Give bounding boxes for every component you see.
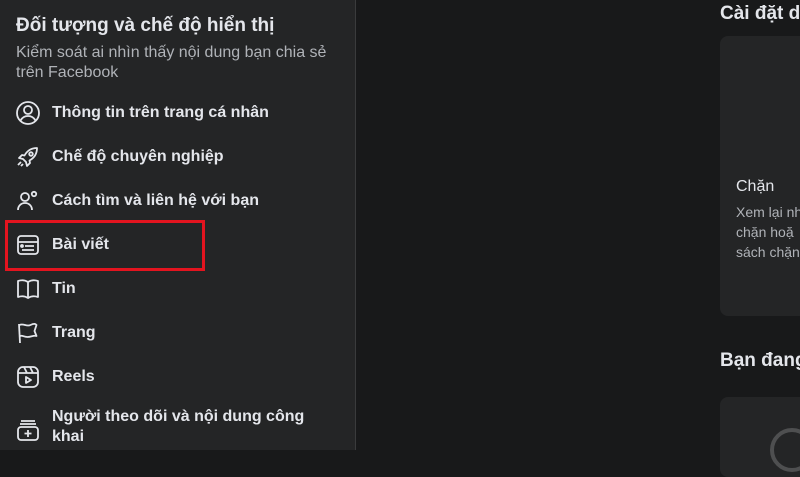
people-search-icon: [14, 187, 42, 215]
block-card-desc-line: chặn hoặ: [736, 224, 794, 240]
sidebar-item-posts[interactable]: Bài viết: [0, 225, 354, 265]
followers-icon: [14, 415, 42, 443]
sidebar-item-find-contact[interactable]: Cách tìm và liên hệ với bạn: [0, 181, 354, 221]
rocket-icon: [14, 143, 42, 171]
sidebar-item-profile-info[interactable]: Thông tin trên trang cá nhân: [0, 93, 354, 133]
sidebar-item-followers[interactable]: Người theo dõi và nội dung công khai: [0, 403, 354, 451]
sidebar-item-label: Cách tìm và liên hệ với bạn: [52, 192, 259, 209]
sidebar-item-label: Chế độ chuyên nghiệp: [52, 148, 224, 165]
sidebar-item-label: Thông tin trên trang cá nhân: [52, 104, 269, 121]
block-card[interactable]: [720, 36, 800, 316]
settings-sidebar: Đối tượng và chế độ hiển thị Kiểm soát a…: [0, 0, 356, 450]
sidebar-item-stories[interactable]: Tin: [0, 269, 354, 309]
sidebar-item-label: Reels: [52, 368, 95, 385]
block-card-desc-line: sách chặn: [736, 244, 800, 260]
sidebar-item-label: Người theo dõi và nội dung công khai: [52, 408, 305, 445]
flag-icon: [14, 319, 42, 347]
sidebar-item-label: Trang: [52, 324, 96, 341]
post-icon: [14, 231, 42, 259]
block-card-title: Chặn: [736, 178, 775, 195]
block-card-desc-line: Xem lại nh: [736, 204, 800, 220]
section-description: Kiểm soát ai nhìn thấy nội dung bạn chia…: [16, 44, 327, 81]
activity-heading: Bạn đang: [720, 350, 800, 371]
sidebar-item-label: Bài viết: [52, 236, 109, 253]
sidebar-item-label: Tin: [52, 280, 76, 297]
sidebar-item-pages[interactable]: Trang: [0, 313, 354, 353]
block-card-description: Xem lại nh chặn hoặ sách chặn: [736, 202, 800, 262]
reels-icon: [14, 363, 42, 391]
settings-heading: Cài đặt d: [720, 3, 800, 24]
sidebar-item-reels[interactable]: Reels: [0, 357, 354, 397]
section-title: Đối tượng và chế độ hiển thị: [16, 15, 275, 36]
profile-icon: [14, 99, 42, 127]
sidebar-item-professional-mode[interactable]: Chế độ chuyên nghiệp: [0, 137, 354, 177]
story-book-icon: [14, 275, 42, 303]
